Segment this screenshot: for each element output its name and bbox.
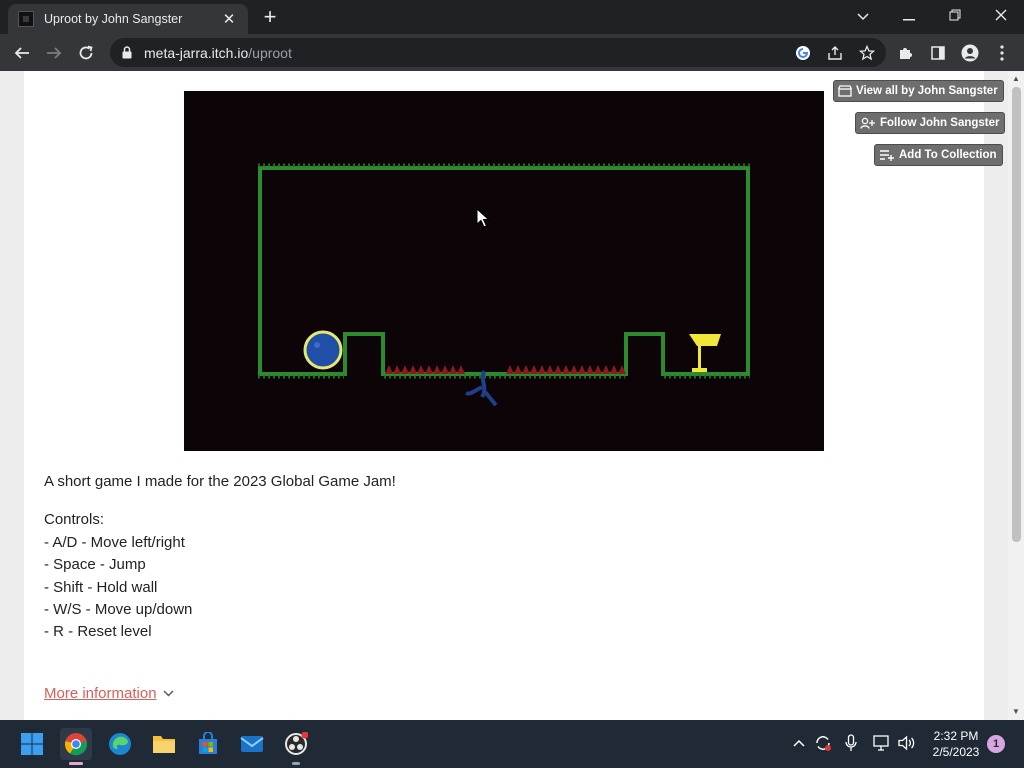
user-plus-icon	[860, 117, 875, 129]
back-arrow-icon[interactable]	[9, 40, 35, 66]
new-tab-icon[interactable]: +	[258, 6, 282, 30]
itch-favicon-icon	[18, 11, 34, 27]
follow-button[interactable]: Follow John Sangster	[855, 112, 1006, 134]
forward-arrow-icon[interactable]	[41, 40, 67, 66]
page-viewport[interactable]: View all by John Sangster Follow John Sa…	[0, 71, 1024, 720]
browser-toolbar: meta-jarra.itch.io/uproot	[0, 34, 1024, 71]
chevron-down-icon	[163, 690, 174, 697]
sync-icon[interactable]	[812, 732, 834, 754]
show-hidden-icons-chevron-up-icon[interactable]	[788, 732, 810, 754]
control-item: - R - Reset level	[44, 623, 152, 640]
lock-icon[interactable]	[120, 46, 134, 60]
extensions-puzzle-icon[interactable]	[893, 40, 919, 66]
spikes-right	[506, 365, 626, 374]
url-path: /uproot	[248, 44, 292, 61]
goal-flag	[689, 334, 721, 346]
clock-time: 2:32 PM	[933, 729, 979, 743]
microphone-icon[interactable]	[840, 732, 862, 754]
windows-taskbar: 2:32 PM 2/5/2023 1	[0, 720, 1024, 768]
browser-menu-icon[interactable]	[989, 40, 1015, 66]
close-tab-icon[interactable]: ✕	[220, 10, 238, 28]
page-scrollbar[interactable]: ▲ ▼	[1008, 71, 1024, 720]
more-information-link[interactable]: More information	[44, 685, 174, 702]
obs-icon[interactable]	[280, 728, 312, 765]
network-icon[interactable]	[871, 732, 893, 754]
controls-heading: Controls:	[44, 511, 105, 528]
close-window-icon[interactable]	[986, 4, 1016, 28]
scroll-up-icon[interactable]: ▲	[1011, 75, 1021, 83]
side-panel-icon[interactable]	[925, 40, 951, 66]
clock-date: 2/5/2023	[932, 745, 980, 759]
taskbar-clock[interactable]: 2:32 PM 2/5/2023	[924, 728, 988, 760]
control-item: - A/D - Move left/right	[44, 534, 185, 551]
bookmark-star-icon[interactable]	[856, 42, 878, 64]
tab-strip: Uproot by John Sangster ✕ +	[0, 0, 1024, 34]
playlist-add-icon	[880, 150, 894, 161]
windows-start-icon[interactable]	[16, 728, 48, 760]
microsoft-store-icon[interactable]	[192, 728, 224, 760]
view-all-button[interactable]: View all by John Sangster	[833, 80, 1004, 102]
control-item: - Space - Jump	[44, 556, 146, 573]
google-lens-icon[interactable]	[792, 42, 814, 64]
mail-icon[interactable]	[236, 728, 268, 760]
game-scene	[258, 163, 750, 407]
tab-uproot[interactable]: Uproot by John Sangster ✕	[8, 4, 248, 34]
volume-icon[interactable]	[896, 732, 918, 754]
address-bar[interactable]: meta-jarra.itch.io/uproot	[110, 38, 886, 67]
chrome-icon[interactable]	[60, 728, 92, 765]
file-explorer-icon[interactable]	[148, 728, 180, 760]
tab-title: Uproot by John Sangster	[44, 12, 183, 26]
control-item: - Shift - Hold wall	[44, 579, 158, 596]
more-information-label: More information	[44, 685, 157, 702]
player-seed	[303, 330, 343, 370]
game-canvas[interactable]	[184, 91, 824, 451]
reload-icon[interactable]	[73, 40, 99, 66]
minimize-icon[interactable]	[894, 4, 924, 28]
share-icon[interactable]	[824, 42, 846, 64]
game-intro-text: A short game I made for the 2023 Global …	[44, 473, 396, 490]
url-host: meta-jarra.itch.io	[144, 44, 249, 61]
follow-label: Follow John Sangster	[880, 117, 1000, 129]
add-to-collection-button[interactable]: Add To Collection	[874, 144, 1003, 166]
scroll-down-icon[interactable]: ▼	[1011, 708, 1021, 716]
control-item: - W/S - Move up/down	[44, 601, 193, 618]
profile-avatar-icon[interactable]	[957, 40, 983, 66]
tab-search-chevron-down-icon[interactable]	[848, 4, 878, 28]
notification-badge[interactable]: 1	[987, 735, 1005, 753]
mouse-pointer-icon	[476, 208, 490, 228]
scroll-thumb[interactable]	[1012, 87, 1021, 542]
view-all-label: View all by John Sangster	[856, 85, 998, 97]
storefront-icon	[838, 85, 852, 97]
restore-icon[interactable]	[940, 4, 970, 28]
edge-icon[interactable]	[104, 728, 136, 760]
add-to-collection-label: Add To Collection	[899, 149, 997, 161]
